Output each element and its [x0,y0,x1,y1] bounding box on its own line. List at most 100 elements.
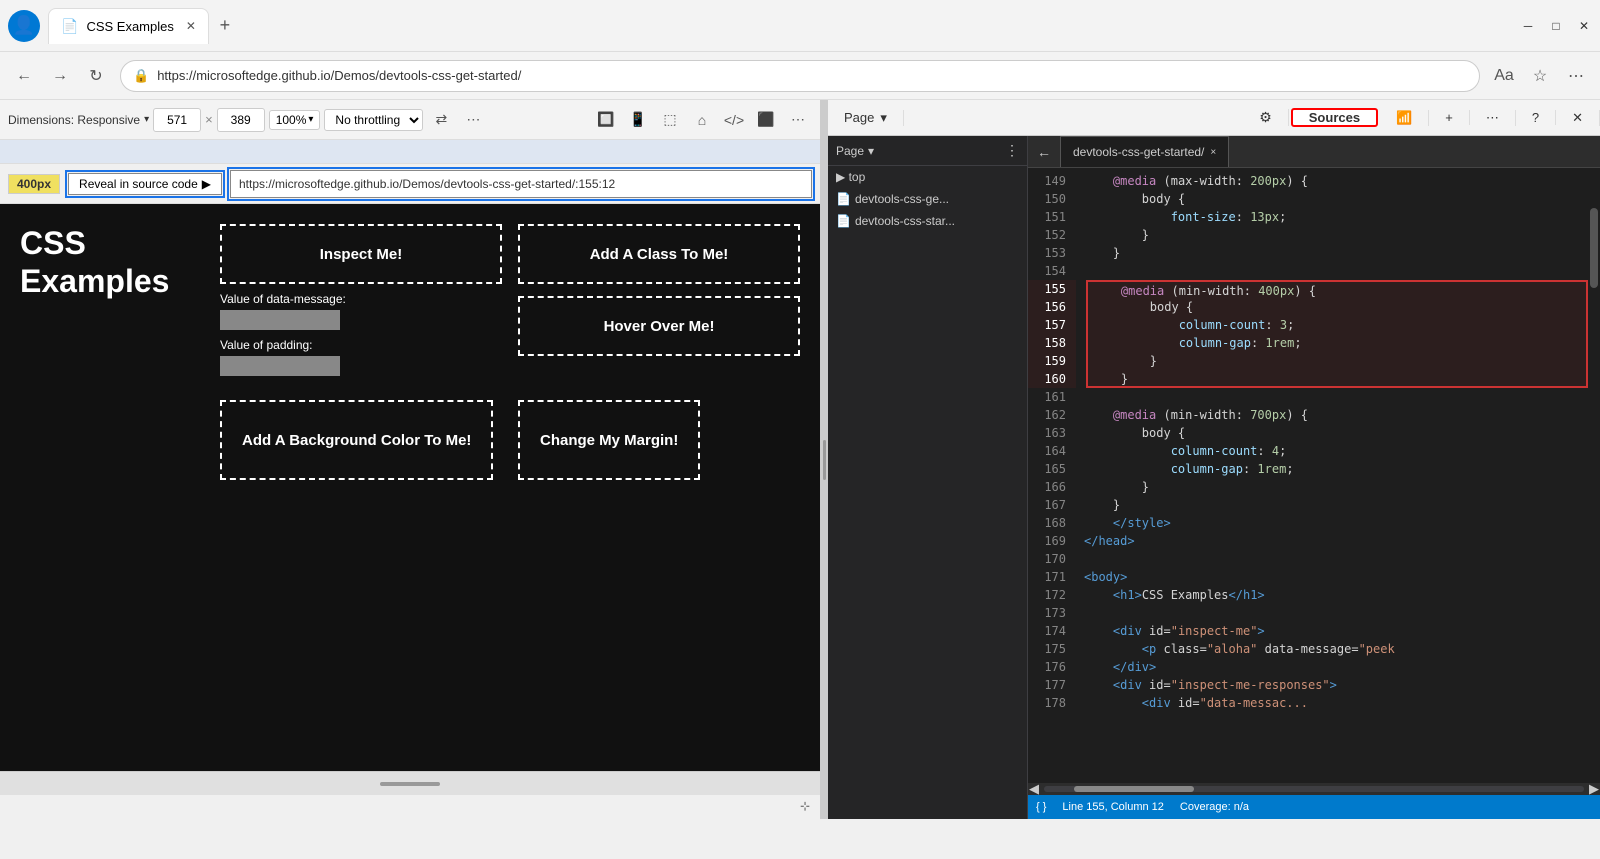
editor-tab[interactable]: devtools-css-get-started/ × [1060,136,1229,167]
code-line-175: <p class="aloha" data-message="peek [1084,640,1588,658]
code-line-174: <div id="inspect-me"> [1084,622,1588,640]
tree-item-1[interactable]: 📄 devtools-css-ge... [828,188,1027,210]
line-number-177: 177 [1028,676,1076,694]
editor-tab-close[interactable]: × [1210,147,1216,158]
sidebar-more-btn[interactable]: ⋮ [1005,142,1019,159]
horizontal-scrollbar[interactable]: ◀ ▶ [1028,783,1600,795]
tab-page[interactable]: Page ▾ [828,110,904,126]
zoom-control[interactable]: 100% ▾ [269,110,321,130]
devtools-panel: Page ▾ ⚙ Sources 📶 + ⋯ ? ✕ Page [828,100,1600,819]
scroll-thumb[interactable] [1590,208,1598,288]
scrollbar-thumb[interactable] [1074,786,1194,792]
hover-me-button[interactable]: Hover Over Me! [518,296,800,356]
dimension-separator: × [205,112,213,127]
more-icon2[interactable]: ⋯ [784,106,812,134]
reveal-bar: 400px Reveal in source code ▶ https://mi… [0,164,820,204]
more-icon[interactable]: ⋯ [1560,60,1592,92]
scroll-right-btn[interactable]: ▶ [1588,783,1600,795]
tab-help[interactable]: ? [1516,110,1556,125]
calibrate-icon[interactable]: ⊹ [800,799,816,815]
code-line-160: } [1086,370,1588,388]
reveal-source-button[interactable]: Reveal in source code ▶ [68,173,222,195]
reading-view-icon[interactable]: Aa [1488,60,1520,92]
device-icon[interactable]: 📱 [624,106,652,134]
throttle-select[interactable]: No throttling [324,109,423,131]
vertical-scrollbar[interactable] [1588,168,1600,783]
add-class-button[interactable]: Add A Class To Me! [518,224,800,284]
new-tab-button[interactable]: + [211,12,239,40]
code-line-156: body { [1086,298,1588,316]
code-line-178: <div id="data-messac... [1084,694,1588,712]
editor-tab-label: devtools-css-get-started/ [1073,145,1204,159]
inspect-me-button[interactable]: Inspect Me! [220,224,502,284]
line-number-174: 174 [1028,622,1076,640]
line-number-176: 176 [1028,658,1076,676]
source-url-display: https://microsoftedge.github.io/Demos/de… [230,170,812,198]
change-margin-button[interactable]: Change My Margin! [518,400,700,480]
status-coverage: Coverage: n/a [1180,801,1249,813]
reload-button[interactable]: ↻ [80,60,112,92]
page-dropdown[interactable]: Page ▾ [836,144,874,158]
tab-sources[interactable]: Sources [1291,108,1378,127]
line-number-157: 157 [1028,316,1076,334]
line-number-160: 160 [1028,370,1076,388]
code-icon[interactable]: </> [720,106,748,134]
tab-more[interactable]: ⋯ [1470,110,1516,126]
file-icon-2: 📄 [836,214,851,228]
minimize-button[interactable]: ─ [1520,18,1536,34]
line-number-154: 154 [1028,262,1076,280]
lock-icon: 🔒 [133,68,149,84]
maximize-button[interactable]: □ [1548,18,1564,34]
back-button[interactable]: ← [8,60,40,92]
code-line-166: } [1084,478,1588,496]
line-number-164: 164 [1028,442,1076,460]
status-braces[interactable]: { } [1036,801,1046,813]
resize-handle[interactable] [380,782,440,786]
favorites-icon[interactable]: ☆ [1524,60,1556,92]
reveal-btn-label: Reveal in source code [79,177,198,191]
scrollbar-track[interactable] [1044,786,1584,792]
code-line-172: <h1>CSS Examples</h1> [1084,586,1588,604]
padding-label: Value of padding: [220,338,502,376]
tree-item-2[interactable]: 📄 devtools-css-star... [828,210,1027,232]
tab-close-button[interactable]: ✕ [186,19,196,33]
page-tab-label: Page [844,110,874,125]
size-badge: 400px [8,174,60,194]
more-options-btn[interactable]: ⋯ [459,106,487,134]
tab-sources-icon[interactable]: ⚙ [1243,109,1289,126]
line-number-166: 166 [1028,478,1076,496]
home-icon[interactable]: ⌂ [688,106,716,134]
code-line-164: column-count: 4; [1084,442,1588,460]
tab-wifi-icon[interactable]: 📶 [1380,110,1429,126]
line-number-151: 151 [1028,208,1076,226]
page-dropdown-icon: ▾ [880,110,887,126]
profile-icon[interactable]: 👤 [8,10,40,42]
screen-icon[interactable]: ⬛ [752,106,780,134]
rotate-icon[interactable]: ⇄ [427,106,455,134]
line-number-155: 155 [1028,280,1076,298]
height-input[interactable] [217,108,265,132]
sources-gear-icon: ⚙ [1259,109,1272,126]
active-tab[interactable]: 📄 CSS Examples ✕ [48,8,209,44]
editor-back-btn[interactable]: ← [1032,140,1056,164]
status-position[interactable]: Line 155, Column 12 [1062,801,1164,813]
forward-button[interactable]: → [44,60,76,92]
tab-devtools-close[interactable]: ✕ [1556,110,1600,126]
width-input[interactable] [153,108,201,132]
code-line-165: column-gap: 1rem; [1084,460,1588,478]
line-number-161: 161 [1028,388,1076,406]
code-content[interactable]: @media (max-width: 200px) { body { font-… [1076,168,1588,783]
viewport-resizer[interactable] [820,100,828,819]
address-bar[interactable]: 🔒 https://microsoftedge.github.io/Demos/… [120,60,1480,92]
tab-add[interactable]: + [1429,110,1470,125]
line-number-152: 152 [1028,226,1076,244]
bg-color-button[interactable]: Add A Background Color To Me! [220,400,493,480]
close-button[interactable]: ✕ [1576,18,1592,34]
line-number-171: 171 [1028,568,1076,586]
page-dropdown-arrow: ▾ [868,144,874,158]
main-area: Dimensions: Responsive ▾ × 100% ▾ No thr… [0,100,1600,819]
scroll-left-btn[interactable]: ◀ [1028,783,1040,795]
inspector-icon[interactable]: 🔲 [592,106,620,134]
split-icon[interactable]: ⬚ [656,106,684,134]
reveal-arrow-icon: ▶ [202,177,211,191]
